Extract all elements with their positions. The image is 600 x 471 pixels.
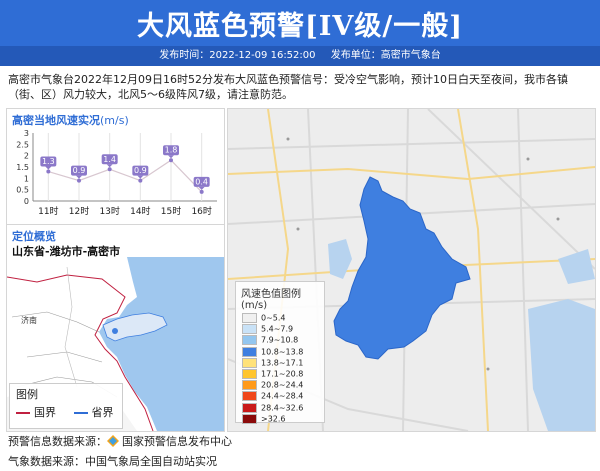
gaomi-location-marker — [112, 328, 118, 334]
wind-legend-item: 17.1~20.8 — [236, 368, 324, 380]
data-point — [169, 158, 173, 163]
location-panel-title: 定位概览 — [12, 230, 56, 243]
wind-speed-chart: 0 0.5 1 1.5 2 2.5 3 11时 12时 13时 14时 15时 16时 1.3 0.9 1.4… — [16, 129, 217, 217]
wind-legend-swatch — [242, 380, 257, 391]
warning-meta-bar: 发布时间：2022-12-09 16:52:00 发布单位：高密市气象台 — [0, 46, 600, 66]
wind-legend-item: 13.8~17.1 — [236, 357, 324, 369]
wind-legend-swatch — [242, 402, 257, 413]
warning-source-label: 预警信息数据来源： — [8, 435, 107, 448]
overview-legend-row: 国界 省界 — [10, 404, 122, 420]
wind-legend-swatch — [242, 368, 257, 379]
wind-legend-item: 28.4~32.6 — [236, 402, 324, 414]
wind-legend-title: 风速色值图例 (m/s) — [241, 289, 301, 311]
x-tick-label: 11时 — [38, 205, 58, 217]
x-tick-label: 16时 — [191, 205, 211, 217]
data-label-pointer — [106, 164, 113, 168]
data-point — [107, 167, 112, 172]
overview-legend-title: 图例 — [16, 388, 38, 401]
publisher: 发布单位：高密市气象台 — [330, 50, 441, 61]
data-label-pointer — [137, 175, 144, 179]
y-tick-label: 1.5 — [16, 163, 29, 172]
y-tick-label: 2.5 — [16, 140, 29, 149]
warning-header: 大风蓝色预警[IV级/一般] 发布时间：2022-12-09 16:52:00 … — [0, 0, 600, 66]
x-tick-label: 13时 — [99, 205, 119, 217]
warning-description: 高密市气象台2022年12月09日16时52分发布大风蓝色预警信号：受冷空气影响… — [8, 73, 568, 101]
x-tick-label: 15时 — [161, 205, 181, 217]
data-point — [77, 178, 81, 183]
y-tick-label: 1 — [24, 174, 29, 183]
data-label: 1.8 — [165, 146, 178, 155]
city-label-jinan: 济南 — [21, 315, 37, 325]
weather-source-line: 气象数据来源：中国气象局全国自动站实况 — [8, 455, 217, 468]
wind-legend-label: 28.4~32.6 — [261, 403, 304, 412]
warning-title: 大风蓝色预警[IV级/一般] — [137, 11, 463, 42]
warning-source-line: 预警信息数据来源： 国家预警信息发布中心 — [8, 433, 232, 449]
x-tick-label: 14时 — [130, 205, 150, 217]
wind-legend-item: 20.8~24.4 — [236, 380, 324, 391]
wind-legend-swatch — [242, 324, 257, 335]
wind-legend-label: 17.1~20.8 — [261, 369, 304, 379]
wind-legend-swatch — [242, 313, 257, 323]
wind-speed-panel: 高密当地风速实况(m/s) 0 0.5 1 1.5 2 2.5 3 11时 12时 13时 14时 1… — [6, 108, 225, 226]
wind-legend-label: 5.4~7.9 — [261, 324, 294, 334]
national-border-swatch — [16, 412, 30, 414]
y-tick-label: 0.5 — [16, 186, 29, 195]
wind-legend-item: 0~5.4 — [236, 313, 324, 324]
data-label: 1.3 — [42, 157, 55, 166]
wind-legend-label: >32.6 — [261, 414, 286, 424]
data-label: 0.9 — [73, 166, 86, 175]
wind-legend-swatch — [242, 391, 257, 402]
wind-legend-item: 24.4~28.4 — [236, 391, 324, 402]
wind-legend-item: 7.9~10.8 — [236, 335, 324, 346]
location-panel: 定位概览 山东省-潍坊市-高密市 济南 图例 国界 省界 — [6, 224, 225, 432]
data-label-pointer — [76, 175, 82, 179]
data-point — [46, 169, 51, 174]
wind-legend-item: >32.6 — [236, 413, 324, 425]
data-point — [199, 189, 204, 194]
x-tick-label: 12时 — [69, 205, 89, 217]
data-point — [138, 178, 143, 183]
wind-legend-swatch — [242, 335, 257, 346]
overview-map-legend: 图例 国界 省界 — [9, 383, 123, 429]
province-border-swatch — [73, 412, 88, 414]
legend-province-border: 省界 — [91, 406, 114, 419]
data-label: 0.9 — [134, 166, 147, 175]
y-tick-label: 0 — [24, 197, 29, 206]
wind-legend-swatch — [242, 346, 257, 357]
warning-source-name: 国家预警信息发布中心 — [122, 435, 232, 448]
wind-series-line — [48, 159, 203, 193]
data-label: 0.4 — [195, 177, 208, 186]
wind-legend-item: 5.4~7.9 — [236, 324, 324, 335]
wind-legend-label: 10.8~13.8 — [261, 347, 304, 357]
warning-center-logo-icon — [107, 435, 119, 447]
wind-legend-label: 13.8~17.1 — [261, 358, 304, 368]
wind-legend-rows: 0~5.4 5.4~7.9 7.9~10.8 10.8~13.8 13.8~17.1 17… — [236, 313, 324, 425]
wind-color-legend: 风速色值图例 (m/s) 0~5.4 5.4~7.9 7.9~10.8 10.8~13… — [235, 281, 325, 425]
y-tick-label: 2 — [24, 152, 29, 161]
wind-legend-swatch — [242, 357, 257, 368]
data-label: 1.4 — [103, 155, 116, 164]
wind-legend-label: 0~5.4 — [261, 313, 286, 323]
data-label-pointer — [168, 155, 174, 159]
wind-legend-item: 10.8~13.8 — [236, 346, 324, 358]
legend-national-border: 国界 — [34, 406, 56, 419]
wind-legend-label: 20.8~24.4 — [261, 380, 304, 390]
wind-legend-label: 7.9~10.8 — [261, 335, 299, 345]
y-tick-label: 3 — [24, 129, 29, 138]
publish-time: 发布时间：2022-12-09 16:52:00 — [159, 50, 316, 61]
wind-legend-swatch — [242, 413, 257, 424]
wind-legend-label: 24.4~28.4 — [261, 391, 304, 401]
data-label-pointer — [45, 166, 52, 170]
